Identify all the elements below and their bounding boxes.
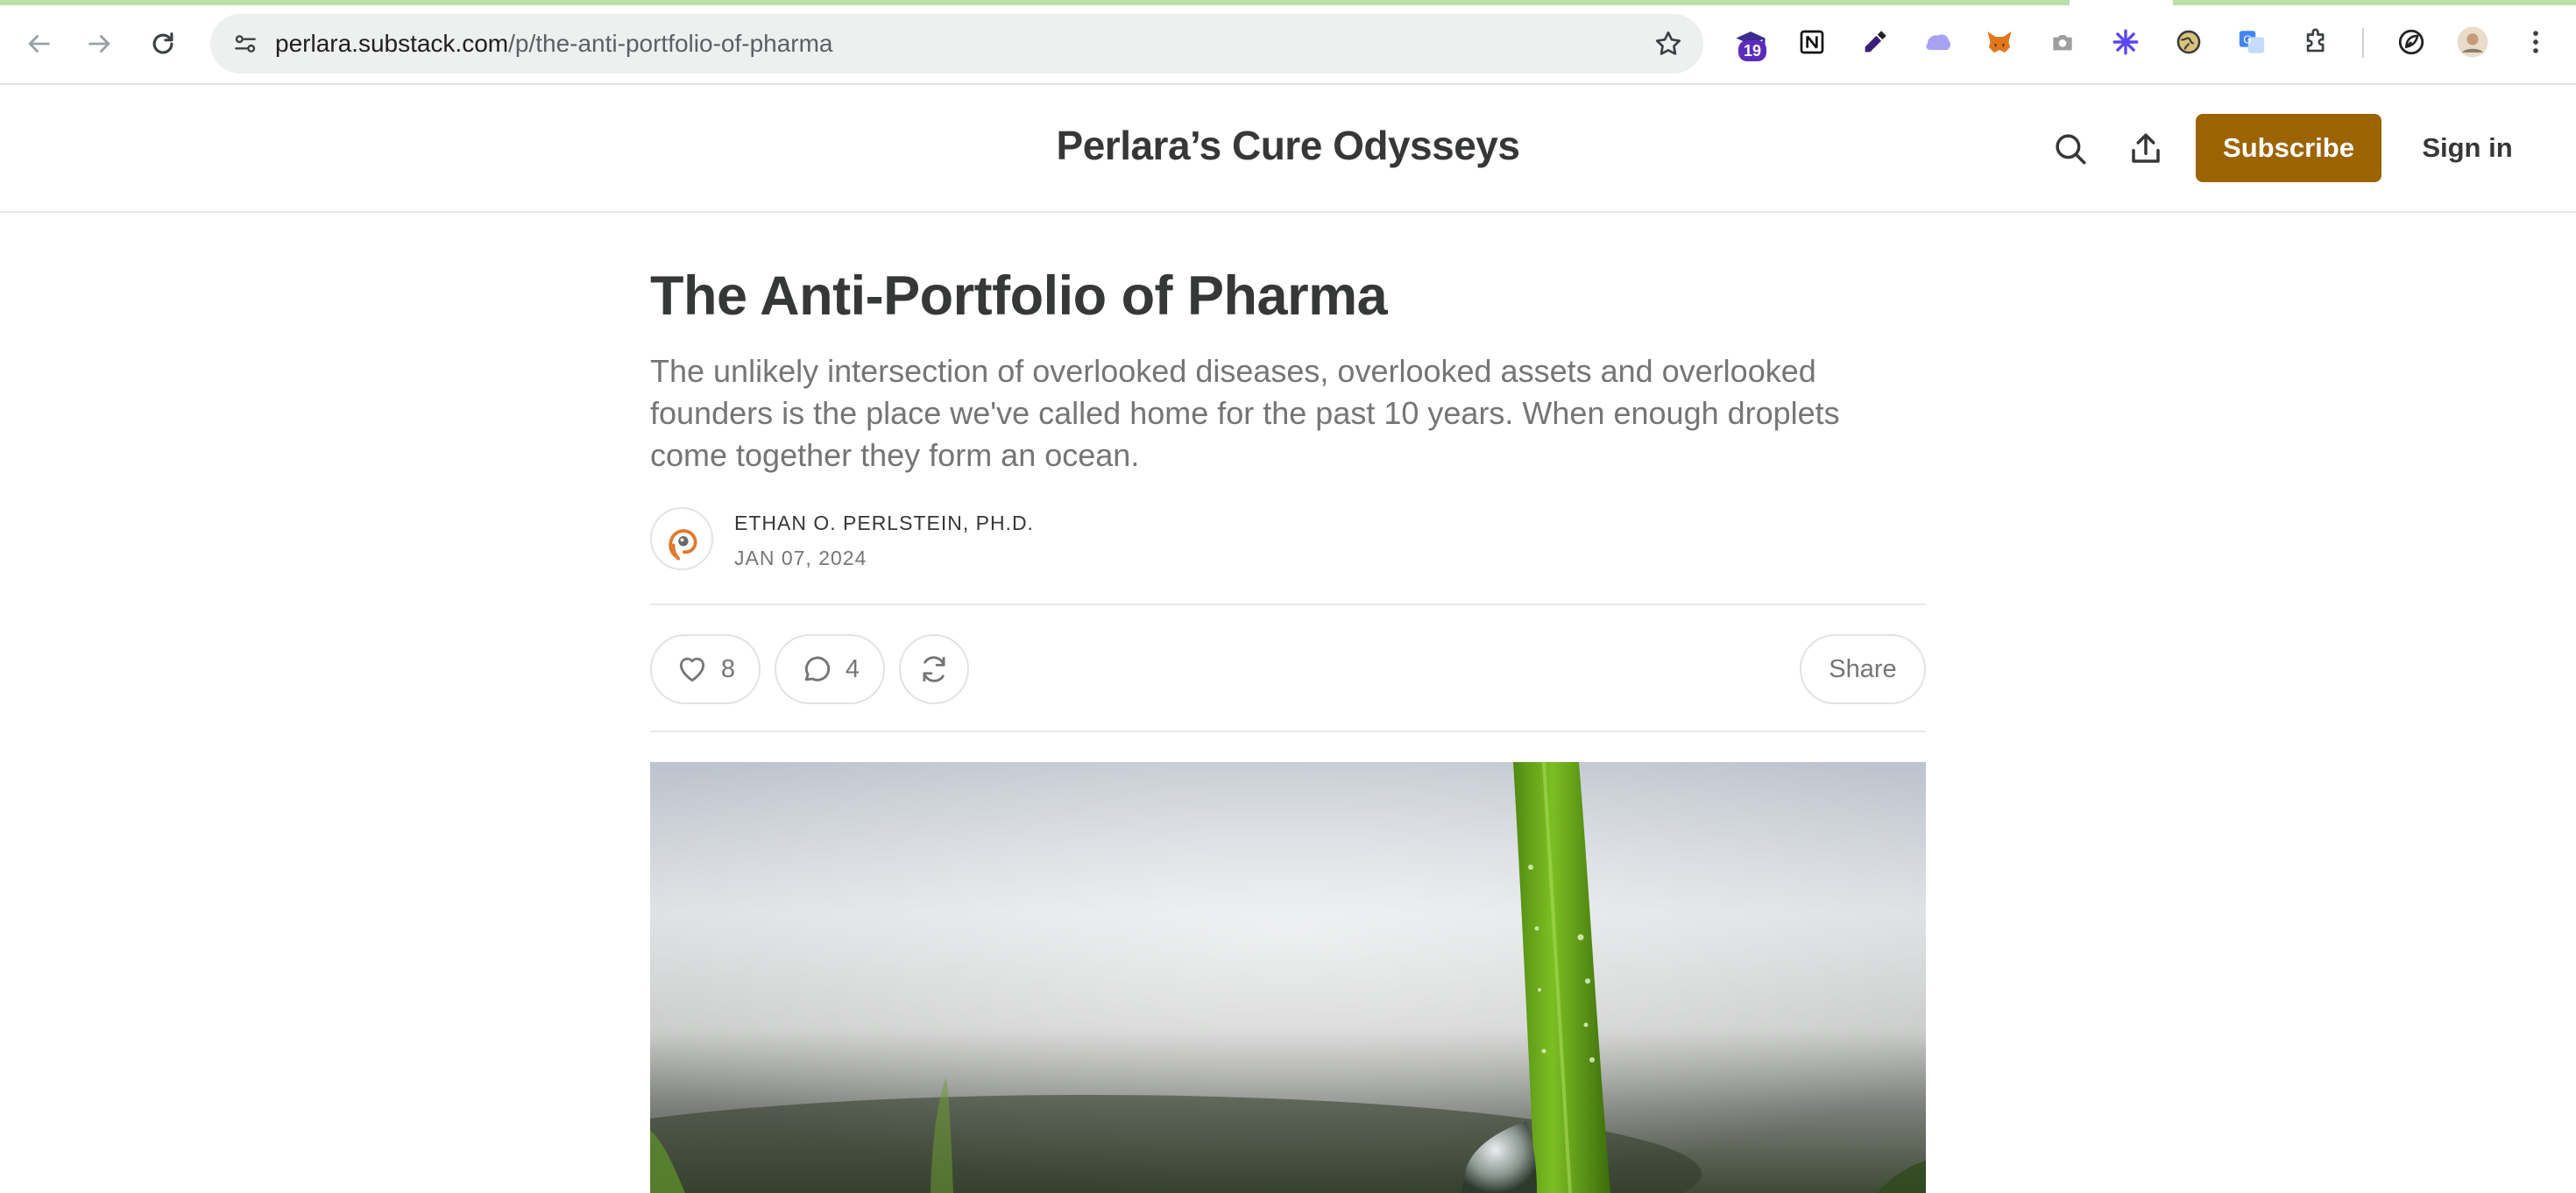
- cloud-extension-icon[interactable]: [1921, 25, 1956, 60]
- comment-count: 4: [845, 654, 860, 683]
- reload-icon: [152, 32, 173, 54]
- perlara-logo-icon: [669, 529, 697, 561]
- like-button[interactable]: 8: [650, 634, 761, 704]
- page-load-indicator-right: [2173, 0, 2576, 5]
- publish-date: JAN 07, 2024: [734, 547, 867, 569]
- comment-bubble-icon: [804, 656, 831, 681]
- page-load-indicator: [0, 0, 2070, 5]
- droplet-on-grass-image: [650, 762, 1926, 1193]
- site-settings-icon[interactable]: [228, 26, 263, 61]
- browser-toolbar: perlara.substack.com/p/the-anti-portfoli…: [0, 0, 2576, 85]
- leaf-extension-icon[interactable]: [2394, 25, 2429, 60]
- author-avatar[interactable]: [650, 507, 713, 570]
- upload-share-icon: [2132, 133, 2160, 163]
- reload-button[interactable]: [138, 19, 188, 68]
- like-count: 8: [720, 654, 736, 683]
- profile-avatar[interactable]: [2455, 25, 2490, 60]
- search-button[interactable]: [2050, 129, 2091, 169]
- forward-button[interactable]: [75, 19, 124, 68]
- globe-extension-icon[interactable]: [2171, 25, 2206, 60]
- comment-button[interactable]: 4: [775, 634, 885, 704]
- article-subtitle: The unlikely intersection of overlooked …: [650, 353, 1840, 473]
- search-icon: [2056, 134, 2086, 165]
- notion-extension-icon[interactable]: [1794, 25, 1829, 60]
- divider-bottom: [650, 731, 1926, 732]
- share-button[interactable]: Share: [1800, 634, 1926, 704]
- hero-image[interactable]: [650, 762, 1926, 1193]
- publication-name[interactable]: Perlara’s Cure Odysseys: [0, 122, 2576, 169]
- eyedropper-extension-icon[interactable]: [1858, 25, 1893, 60]
- bookmark-star-icon[interactable]: [1652, 28, 1684, 60]
- translate-extension-icon[interactable]: G: [2234, 25, 2269, 60]
- arrow-left-icon: [28, 35, 50, 53]
- asterisk-extension-icon[interactable]: [2108, 25, 2143, 60]
- browser-menu-icon[interactable]: [2518, 25, 2553, 60]
- url-path: /p/the-anti-portfolio-of-pharma: [508, 30, 833, 57]
- sign-in-button[interactable]: Sign in: [2410, 114, 2525, 182]
- url-host: perlara.substack.com: [275, 30, 509, 57]
- svg-text:G: G: [2243, 33, 2252, 46]
- divider-top: [650, 604, 1926, 605]
- puzzle-extensions-icon[interactable]: [2299, 25, 2334, 60]
- address-bar[interactable]: perlara.substack.com/p/the-anti-portfoli…: [210, 14, 1703, 74]
- publication-header: Perlara’s Cure Odysseys Subscribe Sign i…: [0, 85, 2576, 213]
- author-name[interactable]: ETHAN O. PERLSTEIN, PH.D.: [734, 512, 1034, 535]
- subscribe-button[interactable]: Subscribe: [2196, 114, 2381, 182]
- arrow-right-icon: [88, 35, 110, 53]
- toolbar-divider: [2362, 28, 2364, 58]
- url-text[interactable]: perlara.substack.com/p/the-anti-portfoli…: [275, 14, 833, 74]
- article-title: The Anti-Portfolio of Pharma: [650, 265, 1388, 327]
- share-label: Share: [1829, 654, 1897, 683]
- camera-extension-icon[interactable]: [2045, 25, 2080, 60]
- heart-icon: [679, 657, 705, 682]
- fox-extension-icon[interactable]: [1982, 25, 2017, 60]
- back-button[interactable]: [14, 19, 63, 68]
- share-publication-button[interactable]: [2126, 129, 2166, 169]
- extension-badge: 19: [1738, 40, 1767, 61]
- restack-button[interactable]: [899, 634, 969, 704]
- restack-icon: [923, 656, 945, 682]
